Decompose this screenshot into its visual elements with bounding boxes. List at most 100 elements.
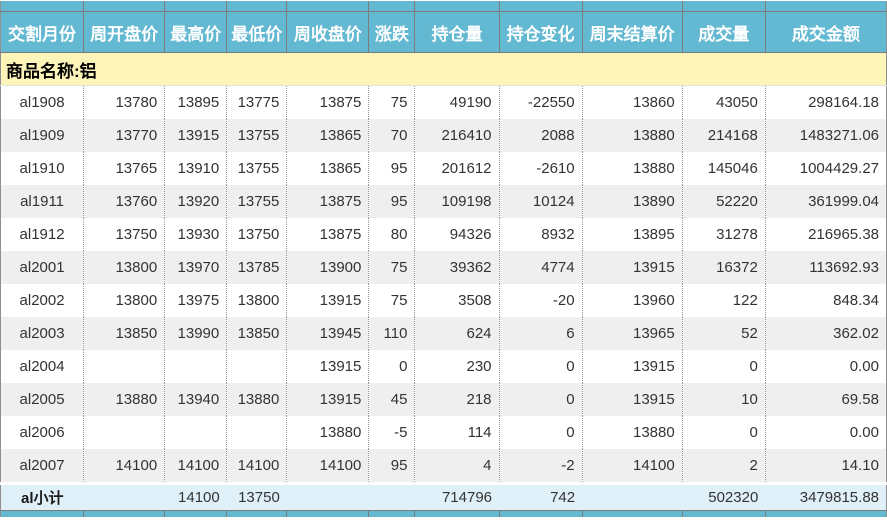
cell-low: 13785: [227, 251, 287, 284]
cell-open-interest: 109198: [415, 185, 499, 218]
subtotal-label: al小计: [1, 484, 84, 511]
subtotal-high: 14100: [165, 484, 227, 511]
cell-change: 45: [369, 383, 415, 416]
cell-week-open: 13800: [84, 251, 165, 284]
strip-cell: [84, 511, 165, 518]
cell-high: [165, 416, 227, 449]
cell-open-interest: 114: [415, 416, 499, 449]
subtotal-week-open: [84, 484, 165, 511]
cell-high: 13930: [165, 218, 227, 251]
cell-week-open: 13750: [84, 218, 165, 251]
cell-high: 13910: [165, 152, 227, 185]
cell-month: al2001: [1, 251, 84, 284]
strip-cell: [227, 1, 287, 12]
table-row: al200613880-511401388000.00: [1, 416, 887, 449]
cell-change: 95: [369, 449, 415, 484]
cell-volume: 52: [682, 317, 765, 350]
column-header-low: 最低价: [227, 12, 287, 53]
cell-oi-change: 8932: [499, 218, 582, 251]
cell-low: 13750: [227, 218, 287, 251]
cell-open-interest: 49190: [415, 86, 499, 120]
cell-high: 13975: [165, 284, 227, 317]
cell-change: 75: [369, 86, 415, 120]
cell-month: al2004: [1, 350, 84, 383]
cell-turnover: 361999.04: [765, 185, 886, 218]
table-row: al200413915023001391500.00: [1, 350, 887, 383]
cell-high: 13990: [165, 317, 227, 350]
strip-cell: [415, 1, 499, 12]
cell-week-open: 13880: [84, 383, 165, 416]
cell-week-close: 13915: [287, 383, 369, 416]
commodity-group-row: 商品名称:铝: [1, 53, 887, 86]
subtotal-weekend-settlement: [582, 484, 682, 511]
cell-low: [227, 350, 287, 383]
strip-cell: [287, 1, 369, 12]
cell-week-close: 13865: [287, 119, 369, 152]
cell-open-interest: 4: [415, 449, 499, 484]
cell-open-interest: 3508: [415, 284, 499, 317]
strip-cell: [1, 511, 84, 518]
cell-weekend-settlement: 13890: [582, 185, 682, 218]
cell-volume: 145046: [682, 152, 765, 185]
column-header-week-close: 周收盘价: [287, 12, 369, 53]
cell-month: al2003: [1, 317, 84, 350]
table-row: al200714100141001410014100954-214100214.…: [1, 449, 887, 484]
column-header-high: 最高价: [165, 12, 227, 53]
column-header-oi-change: 持仓变化: [499, 12, 582, 53]
column-header-change: 涨跌: [369, 12, 415, 53]
strip-cell: [1, 1, 84, 12]
cell-volume: 0: [682, 416, 765, 449]
cell-oi-change: -20: [499, 284, 582, 317]
cell-week-open: 13765: [84, 152, 165, 185]
table-row: al19121375013930137501387580943268932138…: [1, 218, 887, 251]
strip-cell: [84, 1, 165, 12]
cell-turnover: 216965.38: [765, 218, 886, 251]
cell-week-open: 14100: [84, 449, 165, 484]
cell-oi-change: -2610: [499, 152, 582, 185]
cell-month: al1910: [1, 152, 84, 185]
cell-volume: 52220: [682, 185, 765, 218]
cell-oi-change: 0: [499, 383, 582, 416]
futures-weekly-quotes-table: 交割月份 周开盘价 最高价 最低价 周收盘价 涨跌 持仓量 持仓变化 周末结算价…: [0, 1, 887, 517]
strip-cell: [369, 511, 415, 518]
strip-cell: [499, 511, 582, 518]
cell-oi-change: 6: [499, 317, 582, 350]
cell-open-interest: 624: [415, 317, 499, 350]
cell-week-open: [84, 350, 165, 383]
cell-week-open: 13760: [84, 185, 165, 218]
strip-cell: [582, 511, 682, 518]
cell-change: -5: [369, 416, 415, 449]
cell-volume: 2: [682, 449, 765, 484]
cell-change: 75: [369, 251, 415, 284]
cell-oi-change: 2088: [499, 119, 582, 152]
cell-month: al1911: [1, 185, 84, 218]
cell-high: 13940: [165, 383, 227, 416]
cell-volume: 214168: [682, 119, 765, 152]
cell-high: 13920: [165, 185, 227, 218]
cell-volume: 0: [682, 350, 765, 383]
cell-open-interest: 230: [415, 350, 499, 383]
cell-week-close: 13880: [287, 416, 369, 449]
cell-turnover: 0.00: [765, 416, 886, 449]
cell-oi-change: 10124: [499, 185, 582, 218]
cell-change: 80: [369, 218, 415, 251]
cell-week-close: 14100: [287, 449, 369, 484]
cell-volume: 43050: [682, 86, 765, 120]
cell-low: 14100: [227, 449, 287, 484]
strip-cell: [765, 1, 886, 12]
strip-cell: [415, 511, 499, 518]
cell-change: 70: [369, 119, 415, 152]
subtotal-change: [369, 484, 415, 511]
cell-change: 75: [369, 284, 415, 317]
cell-turnover: 848.34: [765, 284, 886, 317]
cell-week-open: [84, 416, 165, 449]
cell-week-close: 13900: [287, 251, 369, 284]
subtotal-week-close: [287, 484, 369, 511]
strip-cell: [682, 1, 765, 12]
cell-weekend-settlement: 13915: [582, 251, 682, 284]
strip-cell: [765, 511, 886, 518]
table-row: al19091377013915137551386570216410208813…: [1, 119, 887, 152]
subtotal-open-interest: 714796: [415, 484, 499, 511]
column-header-turnover: 成交金额: [765, 12, 886, 53]
table-row: al19111376013920137551387595109198101241…: [1, 185, 887, 218]
